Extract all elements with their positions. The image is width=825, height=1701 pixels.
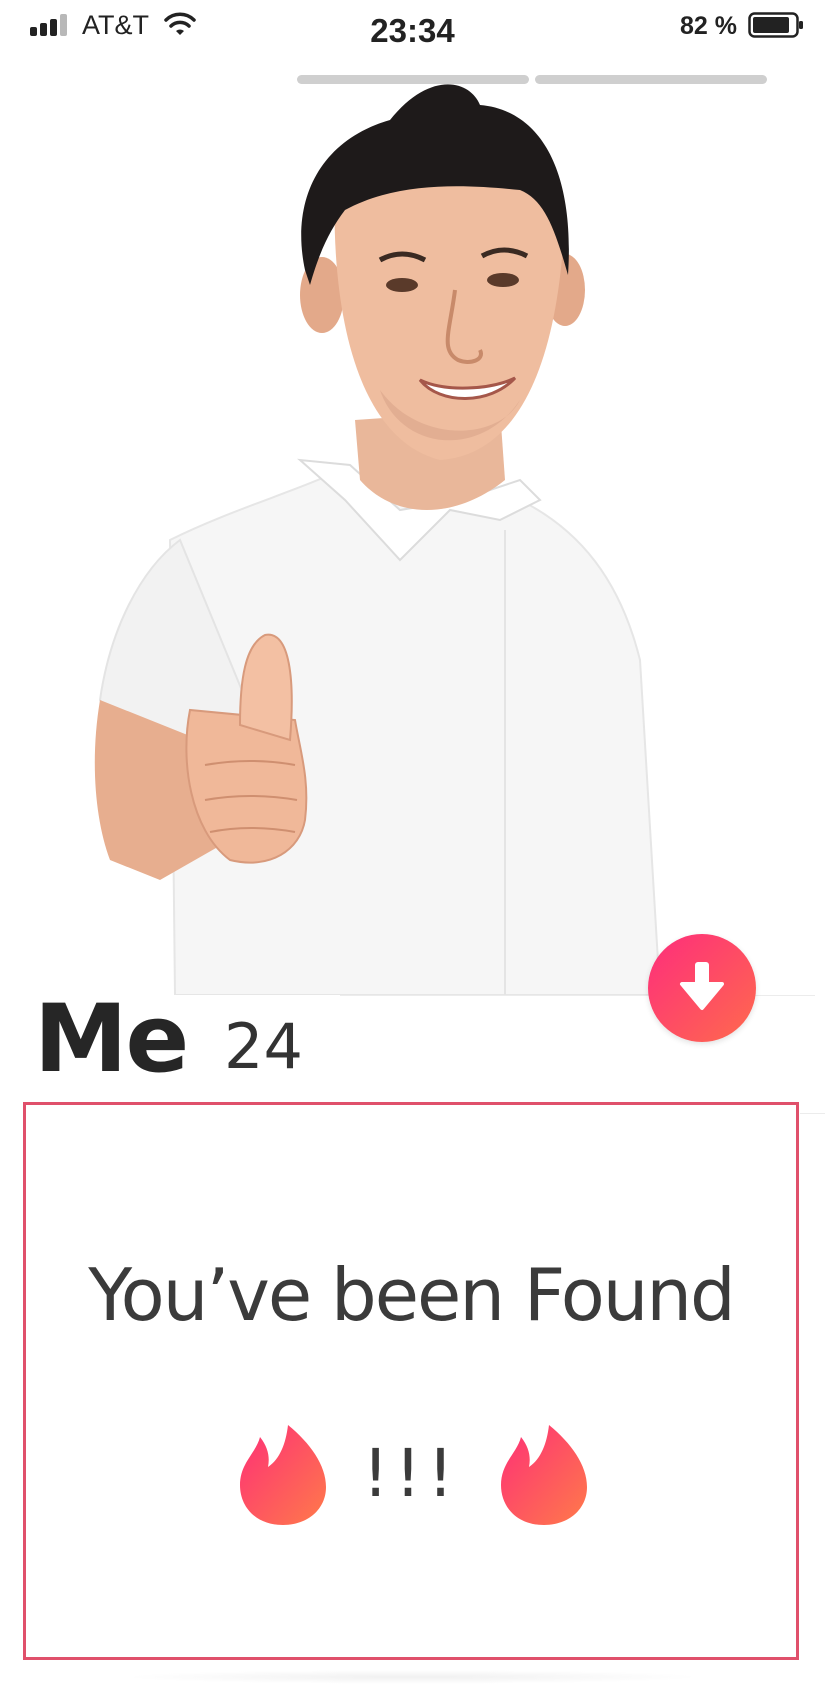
battery-icon [748,12,803,38]
found-message: You’ve been Found [88,1253,735,1337]
photo-indicators [297,75,767,85]
profile-photo[interactable] [0,60,825,995]
arrow-down-icon [680,962,724,1010]
flame-icon [501,1425,587,1525]
section-divider [800,1113,825,1114]
profile-photo-illustration [94,84,662,995]
profile-age: 24 [224,1010,303,1083]
exclamation-text: !!! [362,1435,460,1512]
battery-percentage: 82 % [680,12,737,40]
bottom-shadow [120,1670,705,1684]
found-message-card: You’ve been Found !!! [23,1102,799,1660]
photo-indicator-1[interactable] [297,75,529,84]
collapse-profile-button[interactable] [648,934,756,1042]
profile-name: Me [34,985,189,1094]
status-bar: AT&T 23:34 82 % [0,0,825,60]
photo-indicator-2[interactable] [535,75,767,84]
